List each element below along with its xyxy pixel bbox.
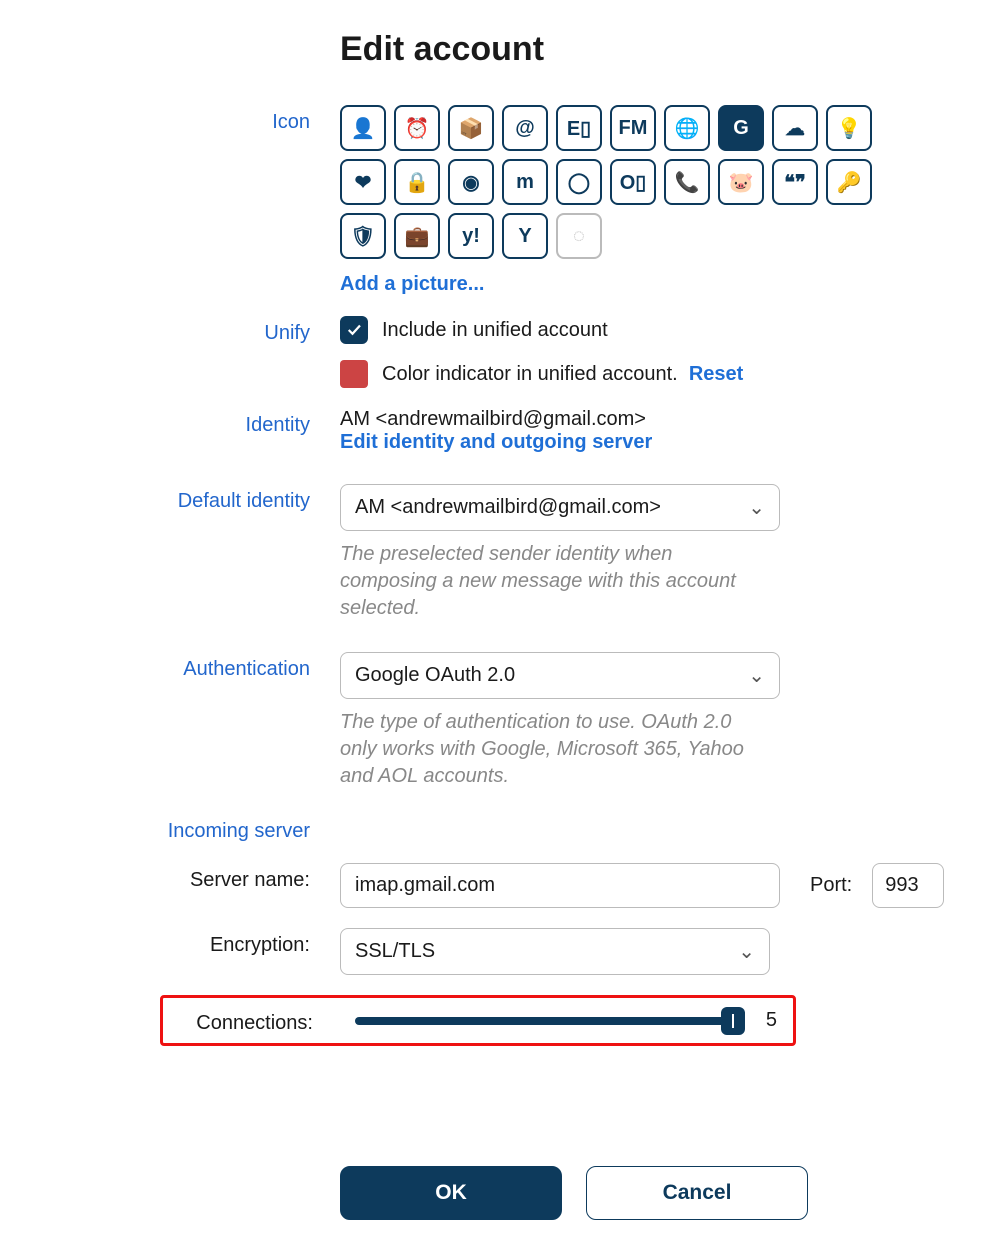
circle-icon[interactable]: ◯ [556,159,602,205]
label-incoming-server: Incoming server [60,820,340,843]
person-icon[interactable]: 👤 [340,105,386,151]
heart-icon[interactable]: ❤ [340,159,386,205]
unify-checkbox-label: Include in unified account [382,319,608,342]
default-identity-select[interactable]: AM <andrewmailbird@gmail.com> ⌄ [340,484,780,531]
yahoo-icon[interactable]: y! [448,213,494,259]
connections-highlight: Connections: 5 [160,995,796,1046]
color-swatch[interactable] [340,360,368,388]
encryption-value: SSL/TLS [355,940,435,963]
page-title: Edit account [340,30,996,69]
identity-text: AM <andrewmailbird@gmail.com> [340,408,996,431]
swirl-icon[interactable]: ◉ [448,159,494,205]
quotes-icon[interactable]: ❝❞ [772,159,818,205]
ok-button[interactable]: OK [340,1166,562,1220]
label-server-name: Server name: [60,863,340,892]
phone-icon[interactable]: 📞 [664,159,710,205]
unify-checkbox[interactable] [340,316,368,344]
label-authentication: Authentication [60,652,340,681]
port-value: 993 [885,874,918,896]
cancel-button[interactable]: Cancel [586,1166,808,1220]
label-default-identity: Default identity [60,484,340,513]
clock-icon[interactable]: ⏰ [394,105,440,151]
globe-icon[interactable]: 🌐 [664,105,710,151]
briefcase-icon[interactable]: 💼 [394,213,440,259]
bulb-icon[interactable]: 💡 [826,105,872,151]
reset-color-link[interactable]: Reset [689,363,743,386]
color-indicator-label: Color indicator in unified account. [382,363,678,386]
cloud-icon[interactable]: ☁ [772,105,818,151]
exchange-icon[interactable]: E▯ [556,105,602,151]
authentication-desc: The type of authentication to use. OAuth… [340,709,760,790]
shield-icon[interactable]: 🛡 [340,213,386,259]
icon-grid: 👤⏰📦@E▯FM🌐G☁💡 ❤🔒◉m◯O▯📞🐷❝❞🔑 🛡💼y!Y◌ [340,105,920,259]
piggy-icon[interactable]: 🐷 [718,159,764,205]
label-connections: Connections: [163,1006,343,1035]
lock-icon[interactable]: 🔒 [394,159,440,205]
authentication-select[interactable]: Google OAuth 2.0 ⌄ [340,652,780,699]
outlook-icon[interactable]: O▯ [610,159,656,205]
chevron-down-icon: ⌄ [738,939,755,964]
label-unify: Unify [60,316,340,345]
slider-thumb[interactable] [721,1007,745,1035]
add-picture-link[interactable]: Add a picture... [340,273,484,295]
chevron-down-icon: ⌄ [748,495,765,520]
label-identity: Identity [60,408,340,437]
connections-value: 5 [757,1009,783,1032]
edit-identity-link[interactable]: Edit identity and outgoing server [340,431,652,453]
at-icon[interactable]: @ [502,105,548,151]
label-icon: Icon [60,105,340,134]
mastodon-icon[interactable]: m [502,159,548,205]
connections-slider[interactable] [355,1017,745,1025]
fastmail-icon[interactable]: FM [610,105,656,151]
server-name-input[interactable]: imap.gmail.com [340,863,780,908]
server-name-value: imap.gmail.com [355,874,495,897]
label-port: Port: [810,874,852,897]
authentication-value: Google OAuth 2.0 [355,664,515,687]
box-icon[interactable]: 📦 [448,105,494,151]
default-identity-desc: The preselected sender identity when com… [340,541,760,622]
default-identity-value: AM <andrewmailbird@gmail.com> [355,496,661,519]
google-icon[interactable]: G [718,105,764,151]
encryption-select[interactable]: SSL/TLS ⌄ [340,928,770,975]
port-input[interactable]: 993 [872,863,944,908]
key-icon[interactable]: 🔑 [826,159,872,205]
chevron-down-icon: ⌄ [748,663,765,688]
custom-icon[interactable]: ◌ [556,213,602,259]
label-encryption: Encryption: [60,928,340,957]
gamma-icon[interactable]: Y [502,213,548,259]
